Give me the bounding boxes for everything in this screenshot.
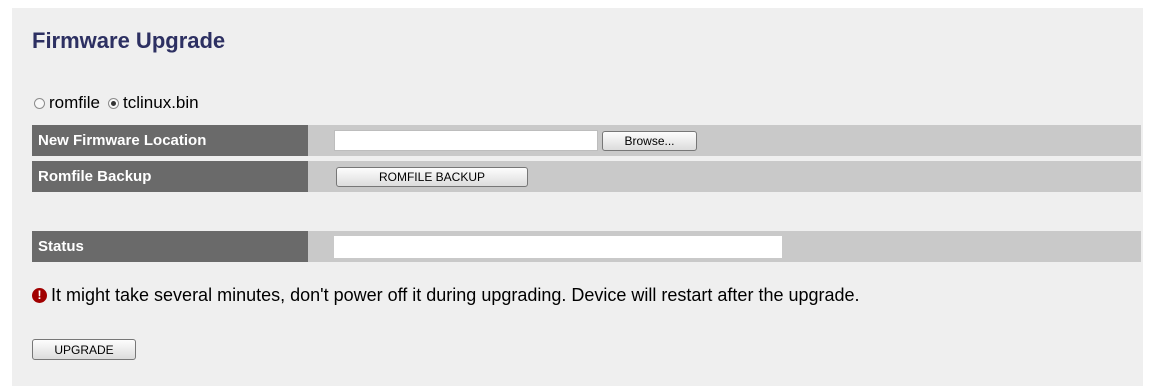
status-label: Status (32, 231, 308, 262)
status-row: Status (32, 231, 1141, 262)
warning-text: It might take several minutes, don't pow… (51, 285, 860, 305)
file-type-radio-group: romfile tclinux.bin (34, 93, 207, 113)
browse-button[interactable]: Browse... (602, 131, 697, 151)
status-field (334, 236, 782, 258)
exclamation-icon: ! (32, 288, 47, 303)
romfile-backup-button[interactable]: ROMFILE BACKUP (336, 167, 528, 187)
firmware-upgrade-panel: Firmware Upgrade romfile tclinux.bin New… (12, 8, 1143, 386)
tclinux-radio-label[interactable]: tclinux.bin (123, 93, 199, 113)
upgrade-warning: ! It might take several minutes, don't p… (32, 285, 860, 306)
firmware-file-input[interactable] (334, 130, 598, 151)
page-title: Firmware Upgrade (32, 28, 226, 53)
romfile-backup-label: Romfile Backup (32, 161, 308, 192)
firmware-location-label: New Firmware Location (32, 125, 308, 156)
firmware-location-row: New Firmware Location Browse... (32, 125, 1141, 156)
romfile-backup-row: Romfile Backup ROMFILE BACKUP (32, 161, 1141, 192)
upgrade-button[interactable]: UPGRADE (32, 339, 136, 360)
tclinux-radio[interactable] (108, 97, 120, 109)
romfile-radio[interactable] (34, 97, 45, 109)
romfile-radio-label[interactable]: romfile (49, 93, 100, 113)
